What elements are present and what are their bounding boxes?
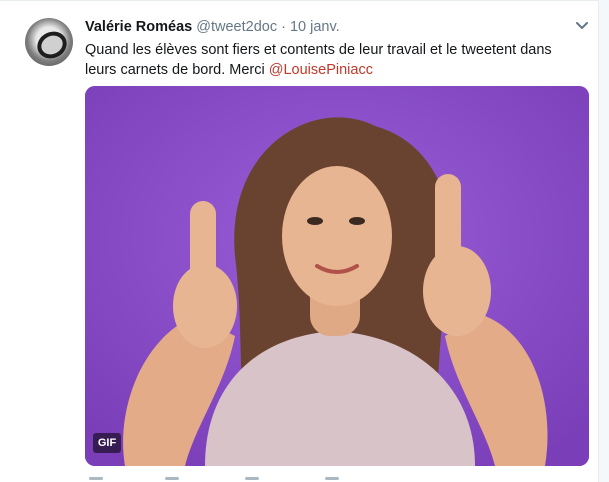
- tweet-mention-link[interactable]: @LouisePiniacc: [269, 62, 373, 78]
- author-handle[interactable]: @tweet2doc: [196, 19, 277, 35]
- tweet-text: Quand les élèves sont fiers et contents …: [85, 40, 585, 80]
- avatar[interactable]: [25, 18, 73, 66]
- author-name[interactable]: Valérie Roméas: [85, 19, 192, 35]
- tweet-media-gif[interactable]: GIF: [85, 86, 589, 466]
- message-icon[interactable]: [325, 477, 339, 480]
- timeline-divider: [0, 0, 609, 1]
- reply-icon[interactable]: [89, 477, 103, 480]
- tweet-actions: [85, 474, 589, 482]
- avatar-ring-icon: [32, 26, 72, 64]
- header-separator: ·: [281, 19, 286, 35]
- retweet-icon[interactable]: [165, 477, 179, 480]
- like-icon[interactable]: [245, 477, 259, 480]
- chevron-down-icon[interactable]: [575, 20, 589, 32]
- tweet-header: Valérie Roméas @tweet2doc · 10 janv.: [85, 19, 340, 37]
- tweet-date[interactable]: 10 janv.: [290, 19, 340, 35]
- gif-thumbs-up-icon: [85, 86, 589, 466]
- gif-badge: GIF: [93, 433, 121, 453]
- timeline-edge: [598, 0, 609, 482]
